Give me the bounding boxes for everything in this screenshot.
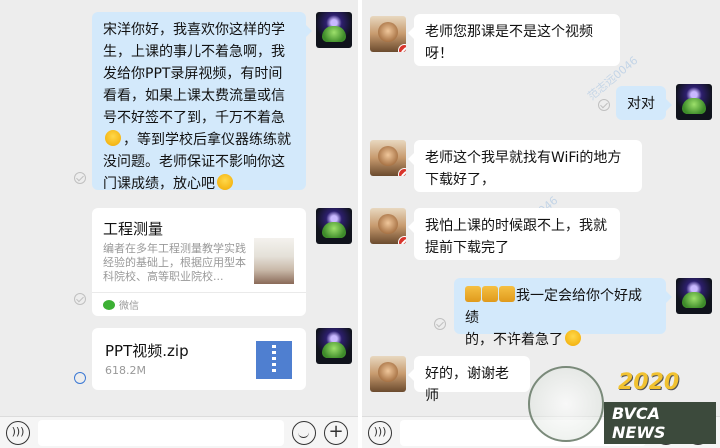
message-line: 老师您那课是不是这个视频 <box>425 24 593 40</box>
logo-name: BVCA NEWS <box>604 402 716 444</box>
student-message-bubble[interactable]: 我怕上课的时候跟不上，我就 提前下载完了 <box>408 208 620 260</box>
sending-status-icon <box>74 372 86 384</box>
read-check-icon <box>434 318 446 330</box>
teacher-avatar[interactable] <box>316 12 352 48</box>
article-card[interactable]: 工程测量 编者在多年工程测量教学实践经验的基础上，根据应用型本科院校、高等职业院… <box>92 208 306 316</box>
left-chat-panel: 范志远0046 范志远0046 宋洋你好，我喜欢你这样的学 生，上课的事儿不着急… <box>0 0 358 448</box>
bvca-seal-icon <box>528 366 604 442</box>
no-entry-icon <box>398 168 406 176</box>
message-line: 对对 <box>627 96 655 112</box>
message-line: 没问题。老师保证不影响你这 <box>103 154 285 170</box>
message-line: 呀！ <box>425 46 453 62</box>
smile-emoji-icon <box>217 174 233 190</box>
message-line: 宋洋你好，我喜欢你这样的学 <box>103 22 285 38</box>
student-avatar[interactable] <box>370 16 406 52</box>
zip-file-icon <box>256 341 292 379</box>
file-card[interactable]: PPT视频.zip 618.2M <box>92 328 306 390</box>
student-message-bubble[interactable]: 老师您那课是不是这个视频 呀！ <box>408 14 620 66</box>
input-bar: ))) + <box>0 416 358 448</box>
smile-emoji-icon <box>565 330 581 346</box>
message-line: 号不好签不了到，千万不着急 <box>103 110 285 126</box>
read-check-icon <box>598 99 610 111</box>
message-line: 的，不许着急了 <box>465 329 655 351</box>
no-entry-icon <box>398 236 406 244</box>
teacher-message-bubble[interactable]: 我一定会给你个好成绩 的，不许着急了 <box>454 278 672 348</box>
file-size: 618.2M <box>105 364 146 377</box>
student-avatar[interactable] <box>370 140 406 176</box>
no-entry-icon <box>398 44 406 52</box>
article-title: 工程测量 <box>103 220 164 238</box>
message-line: ，等到学校后拿仪器练练就 <box>103 129 295 151</box>
message-line: 我一定会给你个好成绩 <box>465 286 642 326</box>
message-line: 生，上课的事儿不着急啊，我 <box>103 44 285 60</box>
message-line: 我怕上课的时候跟不上，我就 <box>425 218 607 234</box>
teacher-avatar[interactable] <box>316 208 352 244</box>
message-line: 发给你PPT录屏视频，有时间 <box>103 66 283 82</box>
thumbs-up-icon <box>465 286 481 302</box>
article-source: 微信 <box>103 297 139 312</box>
thumbs-up-icon <box>499 286 515 302</box>
message-line: 提前下载完了 <box>425 240 509 256</box>
article-thumbnail <box>254 238 294 284</box>
file-name: PPT视频.zip <box>105 342 189 360</box>
student-avatar[interactable] <box>370 208 406 244</box>
smile-emoji-icon <box>105 130 121 146</box>
voice-icon[interactable]: ))) <box>368 421 392 445</box>
teacher-avatar[interactable] <box>676 84 712 120</box>
thumbs-up-icon <box>482 286 498 302</box>
message-line: 好的，谢谢老师 <box>425 366 509 404</box>
bvca-news-logo: 2020 BVCA NEWS <box>520 366 716 446</box>
logo-year: 2020 <box>618 370 680 395</box>
message-line: 看看，如果上课太费流量或信 <box>103 88 285 104</box>
student-message-bubble[interactable]: 好的，谢谢老师 <box>408 356 530 404</box>
teacher-avatar[interactable] <box>676 278 712 314</box>
read-check-icon <box>74 172 86 184</box>
teacher-message-bubble[interactable]: 宋洋你好，我喜欢你这样的学 生，上课的事儿不着急啊，我 发给你PPT录屏视频，有… <box>92 12 312 192</box>
student-message-bubble[interactable]: 老师这个我早就找有WiFi的地方 下载好了， <box>408 140 642 192</box>
emoji-icon[interactable] <box>292 421 316 445</box>
message-input[interactable] <box>38 420 284 446</box>
message-line: 门课成绩，放心吧 <box>103 173 295 195</box>
message-line: 下载好了， <box>425 172 495 188</box>
voice-icon[interactable]: ))) <box>6 421 30 445</box>
divider <box>92 292 306 293</box>
read-check-icon <box>74 293 86 305</box>
message-line: 老师这个我早就找有WiFi的地方 <box>425 150 622 166</box>
wechat-icon <box>103 299 115 310</box>
teacher-avatar[interactable] <box>316 328 352 364</box>
plus-icon[interactable]: + <box>324 421 348 445</box>
teacher-message-bubble[interactable]: 对对 <box>616 86 672 120</box>
student-avatar[interactable] <box>370 356 406 392</box>
article-description: 编者在多年工程测量教学实践经验的基础上，根据应用型本科院校、高等职业院校... <box>103 242 246 283</box>
